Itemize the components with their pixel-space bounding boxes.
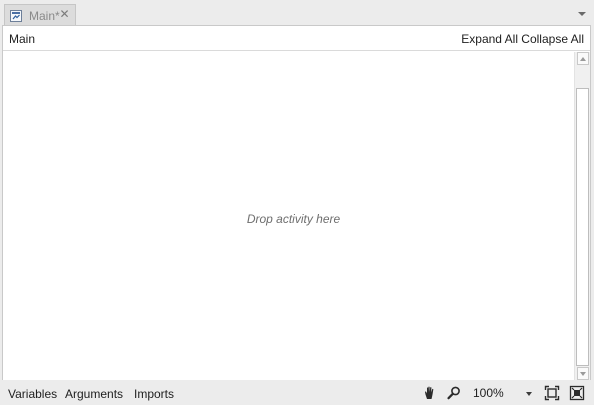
workflow-file-icon: [9, 9, 23, 23]
drop-canvas[interactable]: Drop activity here: [3, 52, 574, 380]
close-icon[interactable]: ✕: [59, 8, 70, 20]
scroll-down-icon[interactable]: [577, 367, 589, 380]
tab-main[interactable]: Main* ✕: [4, 4, 76, 26]
designer-surface: Main Expand All Collapse All Drop activi…: [2, 25, 591, 380]
zoom-dropdown-icon[interactable]: [526, 392, 532, 396]
designer-status-bar: Variables Arguments Imports 100%: [0, 381, 594, 405]
workflow-designer-window: Main* ✕ Main Expand All Collapse All Dro…: [0, 0, 594, 405]
overview-icon[interactable]: [569, 385, 585, 401]
hand-icon[interactable]: [422, 385, 438, 401]
scroll-up-icon[interactable]: [577, 52, 589, 65]
variables-tab[interactable]: Variables: [8, 387, 57, 401]
breadcrumb[interactable]: Main: [9, 32, 35, 46]
collapse-all-button[interactable]: Collapse All: [521, 32, 584, 46]
chevron-down-icon[interactable]: [578, 12, 586, 16]
expand-all-button[interactable]: Expand All: [461, 32, 518, 46]
tab-label: Main*: [29, 8, 60, 23]
fit-to-screen-icon[interactable]: [544, 385, 560, 401]
zoom-level[interactable]: 100%: [473, 386, 504, 400]
arguments-tab[interactable]: Arguments: [65, 387, 123, 401]
drop-hint: Drop activity here: [246, 212, 341, 226]
vertical-scrollbar[interactable]: [574, 52, 590, 380]
document-tab-strip: Main* ✕: [0, 0, 594, 26]
imports-tab[interactable]: Imports: [134, 387, 174, 401]
scrollbar-thumb[interactable]: [576, 88, 589, 366]
breadcrumb-bar: Main Expand All Collapse All: [3, 26, 590, 51]
magnifier-icon[interactable]: [446, 385, 462, 401]
